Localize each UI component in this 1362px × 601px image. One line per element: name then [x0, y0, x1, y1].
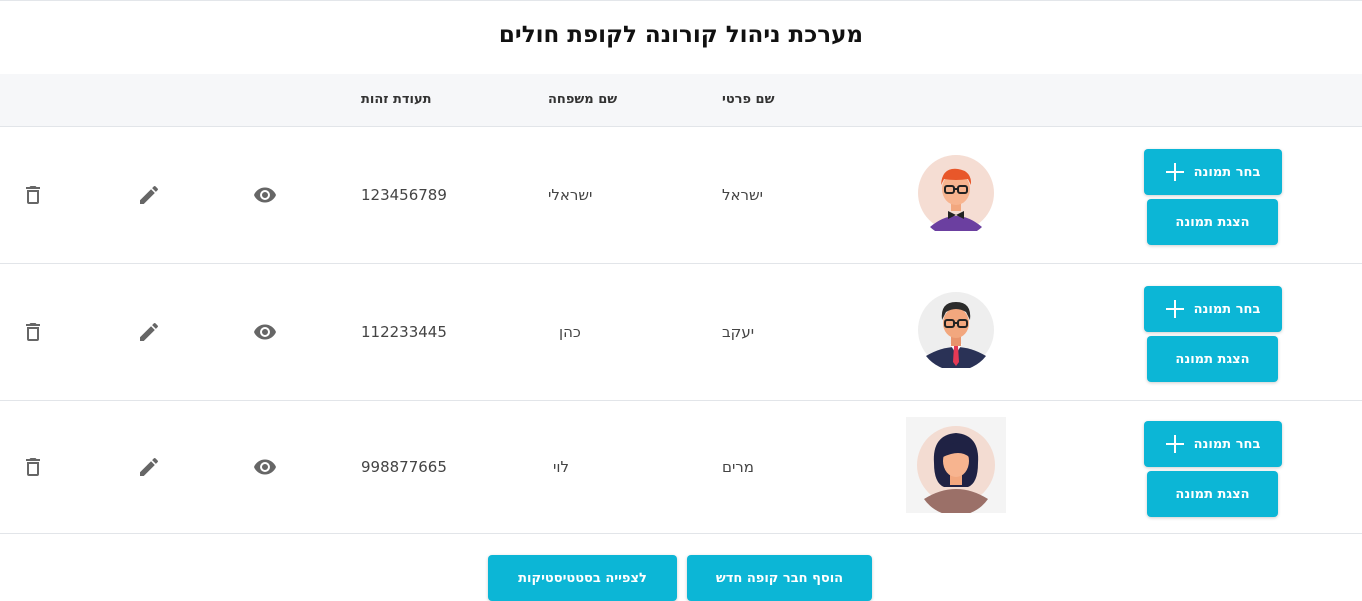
last-name-cell: ישראלי — [548, 186, 593, 204]
last-name-cell: לוי — [553, 458, 569, 476]
eye-icon[interactable] — [253, 320, 277, 344]
header-first-name: שם פרטי — [722, 92, 775, 107]
id-cell: 123456789 — [361, 186, 447, 204]
choose-image-button[interactable]: בחר תמונה — [1144, 149, 1282, 195]
show-image-button[interactable]: הצגת תמונה — [1147, 336, 1278, 382]
choose-image-label: בחר תמונה — [1193, 164, 1261, 180]
show-image-button[interactable]: הצגת תמונה — [1147, 199, 1278, 245]
table-row: בחר תמונה הצגת תמונה ישראל ישראלי 123456… — [0, 127, 1362, 264]
first-name-cell: יעקב — [722, 323, 755, 341]
plus-icon — [1165, 435, 1184, 453]
trash-icon[interactable] — [21, 183, 45, 207]
last-name-cell: כהן — [559, 323, 581, 341]
table-header: שם פרטי שם משפחה תעודת זהות — [0, 74, 1362, 127]
show-image-button[interactable]: הצגת תמונה — [1147, 471, 1278, 517]
eye-icon[interactable] — [253, 183, 277, 207]
id-cell: 998877665 — [361, 458, 447, 476]
choose-image-button[interactable]: בחר תמונה — [1144, 286, 1282, 332]
top-divider — [0, 0, 1362, 1]
header-last-name: שם משפחה — [548, 92, 618, 107]
id-cell: 112233445 — [361, 323, 447, 341]
first-name-cell: ישראל — [722, 186, 764, 204]
header-id: תעודת זהות — [361, 92, 432, 107]
show-image-label: הצגת תמונה — [1175, 486, 1250, 502]
avatar — [906, 417, 1006, 516]
plus-icon — [1165, 163, 1184, 181]
pencil-icon[interactable] — [137, 183, 161, 207]
avatar — [918, 155, 994, 238]
first-name-cell: מרים — [722, 458, 754, 476]
choose-image-label: בחר תמונה — [1193, 301, 1261, 317]
trash-icon[interactable] — [21, 320, 45, 344]
show-image-label: הצגת תמונה — [1175, 214, 1250, 230]
choose-image-label: בחר תמונה — [1193, 436, 1261, 452]
avatar — [918, 292, 994, 372]
plus-icon — [1165, 300, 1184, 318]
pencil-icon[interactable] — [137, 320, 161, 344]
add-member-button[interactable]: הוסף חבר קופה חדש — [687, 555, 872, 601]
eye-icon[interactable] — [253, 455, 277, 479]
trash-icon[interactable] — [21, 455, 45, 479]
table-row: בחר תמונה הצגת תמונה מרים לוי 998877665 — [0, 401, 1362, 534]
show-image-label: הצגת תמונה — [1175, 351, 1250, 367]
pencil-icon[interactable] — [137, 455, 161, 479]
view-stats-button[interactable]: לצפייה בסטטיסטיקות — [488, 555, 677, 601]
table-row: בחר תמונה הצגת תמונה יעקב כהן 112233445 — [0, 264, 1362, 401]
choose-image-button[interactable]: בחר תמונה — [1144, 421, 1282, 467]
page-title: מערכת ניהול קורונה לקופת חולים — [498, 22, 864, 48]
